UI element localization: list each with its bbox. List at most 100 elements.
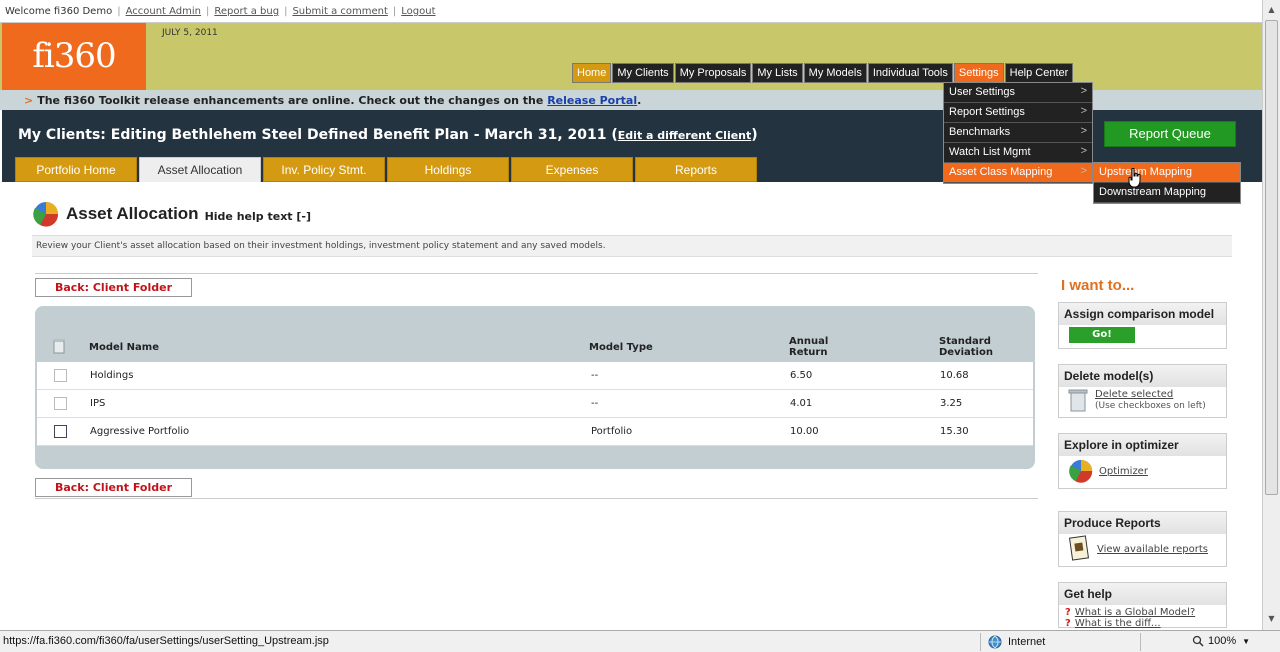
menu-report-settings[interactable]: Report Settings > bbox=[944, 103, 1092, 123]
table-header: Model Name Model Type Annual Return Stan… bbox=[35, 306, 1035, 362]
globe-icon bbox=[988, 635, 1002, 649]
scroll-up-icon[interactable]: ▲ bbox=[1265, 3, 1278, 17]
menu-label: User Settings bbox=[949, 86, 1016, 98]
models-table: Model Name Model Type Annual Return Stan… bbox=[35, 306, 1035, 469]
get-help-box: Get help ? What is a Global Model? ? What … bbox=[1058, 582, 1227, 629]
magnifier-icon bbox=[1192, 635, 1204, 647]
scroll-thumb[interactable] bbox=[1265, 20, 1278, 495]
edit-client-link[interactable]: Edit a different Client bbox=[618, 129, 751, 142]
main-nav: Home My Clients My Proposals My Lists My… bbox=[572, 63, 1074, 83]
view-reports-link[interactable]: View available reports bbox=[1097, 544, 1208, 555]
chevron-right-icon: > bbox=[1080, 105, 1087, 117]
hide-help-link[interactable]: Hide help text [-] bbox=[205, 210, 311, 223]
menu-benchmarks[interactable]: Benchmarks > bbox=[944, 123, 1092, 143]
page-title-text: My Clients: Editing Bethlehem Steel Defi… bbox=[18, 127, 607, 143]
nav-my-models[interactable]: My Models bbox=[803, 63, 867, 83]
assign-model-box: Assign comparison model Go! bbox=[1058, 302, 1227, 349]
col-model-type[interactable]: Model Type bbox=[589, 342, 653, 353]
menu-asset-class-mapping[interactable]: Asset Class Mapping > bbox=[944, 163, 1092, 183]
settings-dropdown: User Settings > Report Settings > Benchmar… bbox=[943, 82, 1093, 184]
status-url: https://fa.fi360.com/fi360/fa/userSettin… bbox=[3, 635, 329, 647]
zoom-control[interactable]: 100% ▼ bbox=[1192, 635, 1250, 647]
delete-note: (Use checkboxes on left) bbox=[1095, 401, 1206, 411]
row-checkbox[interactable] bbox=[54, 425, 67, 438]
standard-deviation: 10.68 bbox=[940, 370, 969, 381]
col-standard-deviation[interactable]: Standard Deviation bbox=[939, 336, 993, 358]
announce-text: The fi360 Toolkit release enhancements a… bbox=[37, 94, 544, 107]
account-admin-link[interactable]: Account Admin bbox=[126, 6, 201, 17]
fi360-logo[interactable]: fi360 bbox=[2, 23, 146, 90]
diff-help-link[interactable]: What is the diff... bbox=[1075, 618, 1161, 629]
menu-label: Watch List Mgmt bbox=[949, 146, 1031, 158]
logout-link[interactable]: Logout bbox=[401, 6, 435, 17]
divider bbox=[35, 498, 1038, 499]
nav-settings[interactable]: Settings bbox=[953, 63, 1004, 83]
status-divider bbox=[1140, 633, 1141, 651]
main-content: Asset Allocation Hide help text [-] Revi… bbox=[2, 182, 1262, 629]
trash-icon bbox=[1068, 389, 1088, 412]
menu-upstream-mapping[interactable]: Upstream Mapping bbox=[1094, 163, 1240, 183]
optimizer-link[interactable]: Optimizer bbox=[1099, 466, 1148, 477]
row-checkbox[interactable] bbox=[54, 397, 67, 410]
release-portal-link[interactable]: Release Portal bbox=[547, 94, 637, 107]
model-type: Portfolio bbox=[591, 426, 633, 437]
back-client-folder-button[interactable]: Back: Client Folder bbox=[35, 278, 192, 297]
delete-models-box: Delete model(s) Delete selected (Use che… bbox=[1058, 364, 1227, 418]
menu-downstream-mapping[interactable]: Downstream Mapping bbox=[1094, 183, 1240, 203]
chevron-right-icon: > bbox=[1080, 125, 1087, 137]
tab-holdings[interactable]: Holdings bbox=[387, 157, 509, 182]
chevron-right-icon: > bbox=[1080, 165, 1087, 177]
welcome-text: Welcome fi360 Demo bbox=[5, 6, 113, 17]
table-row: IPS -- 4.01 3.25 bbox=[37, 390, 1033, 418]
menu-user-settings[interactable]: User Settings > bbox=[944, 83, 1092, 103]
chevron-right-icon: > bbox=[1080, 85, 1087, 97]
col-annual-return-line1: Annual bbox=[789, 336, 829, 347]
section-title: Asset Allocation bbox=[66, 204, 199, 223]
report-queue-button[interactable]: Report Queue bbox=[1104, 121, 1236, 147]
nav-help-center[interactable]: Help Center bbox=[1004, 63, 1074, 83]
nav-my-proposals[interactable]: My Proposals bbox=[674, 63, 752, 83]
menu-label: Benchmarks bbox=[949, 126, 1011, 138]
delete-selected-link[interactable]: Delete selected bbox=[1095, 389, 1173, 400]
global-model-help-link[interactable]: What is a Global Model? bbox=[1075, 607, 1195, 618]
i-want-to-heading: I want to... bbox=[1061, 277, 1135, 294]
standard-deviation: 15.30 bbox=[940, 426, 969, 437]
menu-label: Report Settings bbox=[949, 106, 1025, 118]
pie-chart-icon bbox=[1069, 459, 1093, 483]
question-icon: ? bbox=[1065, 607, 1071, 618]
submit-comment-link[interactable]: Submit a comment bbox=[292, 6, 387, 17]
report-bug-link[interactable]: Report a bug bbox=[214, 6, 279, 17]
announce-tail: . bbox=[637, 94, 642, 107]
security-zone[interactable]: Internet bbox=[988, 635, 1045, 649]
user-bar: Welcome fi360 Demo | Account Admin | Report … bbox=[0, 0, 1262, 23]
model-name: Aggressive Portfolio bbox=[90, 426, 190, 437]
col-annual-return[interactable]: Annual Return bbox=[789, 336, 828, 358]
model-name: Holdings bbox=[90, 370, 134, 381]
hand-cursor-icon bbox=[1128, 168, 1141, 188]
table-row: Aggressive Portfolio Portfolio 10.00 15.… bbox=[37, 418, 1033, 446]
tab-reports[interactable]: Reports bbox=[635, 157, 757, 182]
explore-optimizer-box: Explore in optimizer Optimizer bbox=[1058, 433, 1227, 489]
assign-model-title: Assign comparison model bbox=[1059, 303, 1226, 325]
tab-asset-allocation[interactable]: Asset Allocation bbox=[139, 157, 261, 183]
vertical-scrollbar[interactable]: ▲ ▼ bbox=[1262, 0, 1280, 630]
row-checkbox[interactable] bbox=[54, 369, 67, 382]
scroll-down-icon[interactable]: ▼ bbox=[1265, 612, 1278, 626]
get-help-title: Get help bbox=[1059, 583, 1226, 605]
nav-home[interactable]: Home bbox=[572, 63, 612, 83]
col-annual-return-line2: Return bbox=[789, 347, 828, 358]
trash-icon bbox=[53, 339, 65, 354]
tab-portfolio-home[interactable]: Portfolio Home bbox=[15, 157, 137, 182]
explore-optimizer-title: Explore in optimizer bbox=[1059, 434, 1226, 456]
tab-expenses[interactable]: Expenses bbox=[511, 157, 633, 182]
col-model-name[interactable]: Model Name bbox=[89, 342, 159, 353]
tab-inv-policy-stmt[interactable]: Inv. Policy Stmt. bbox=[263, 157, 385, 182]
back-client-folder-button-bottom[interactable]: Back: Client Folder bbox=[35, 478, 192, 497]
model-name: IPS bbox=[90, 398, 106, 409]
go-button[interactable]: Go! bbox=[1069, 327, 1135, 343]
nav-my-clients[interactable]: My Clients bbox=[612, 63, 674, 83]
nav-my-lists[interactable]: My Lists bbox=[752, 63, 803, 83]
table-row: Holdings -- 6.50 10.68 bbox=[37, 362, 1033, 390]
nav-individual-tools[interactable]: Individual Tools bbox=[867, 63, 953, 83]
menu-watch-list-mgmt[interactable]: Watch List Mgmt > bbox=[944, 143, 1092, 163]
